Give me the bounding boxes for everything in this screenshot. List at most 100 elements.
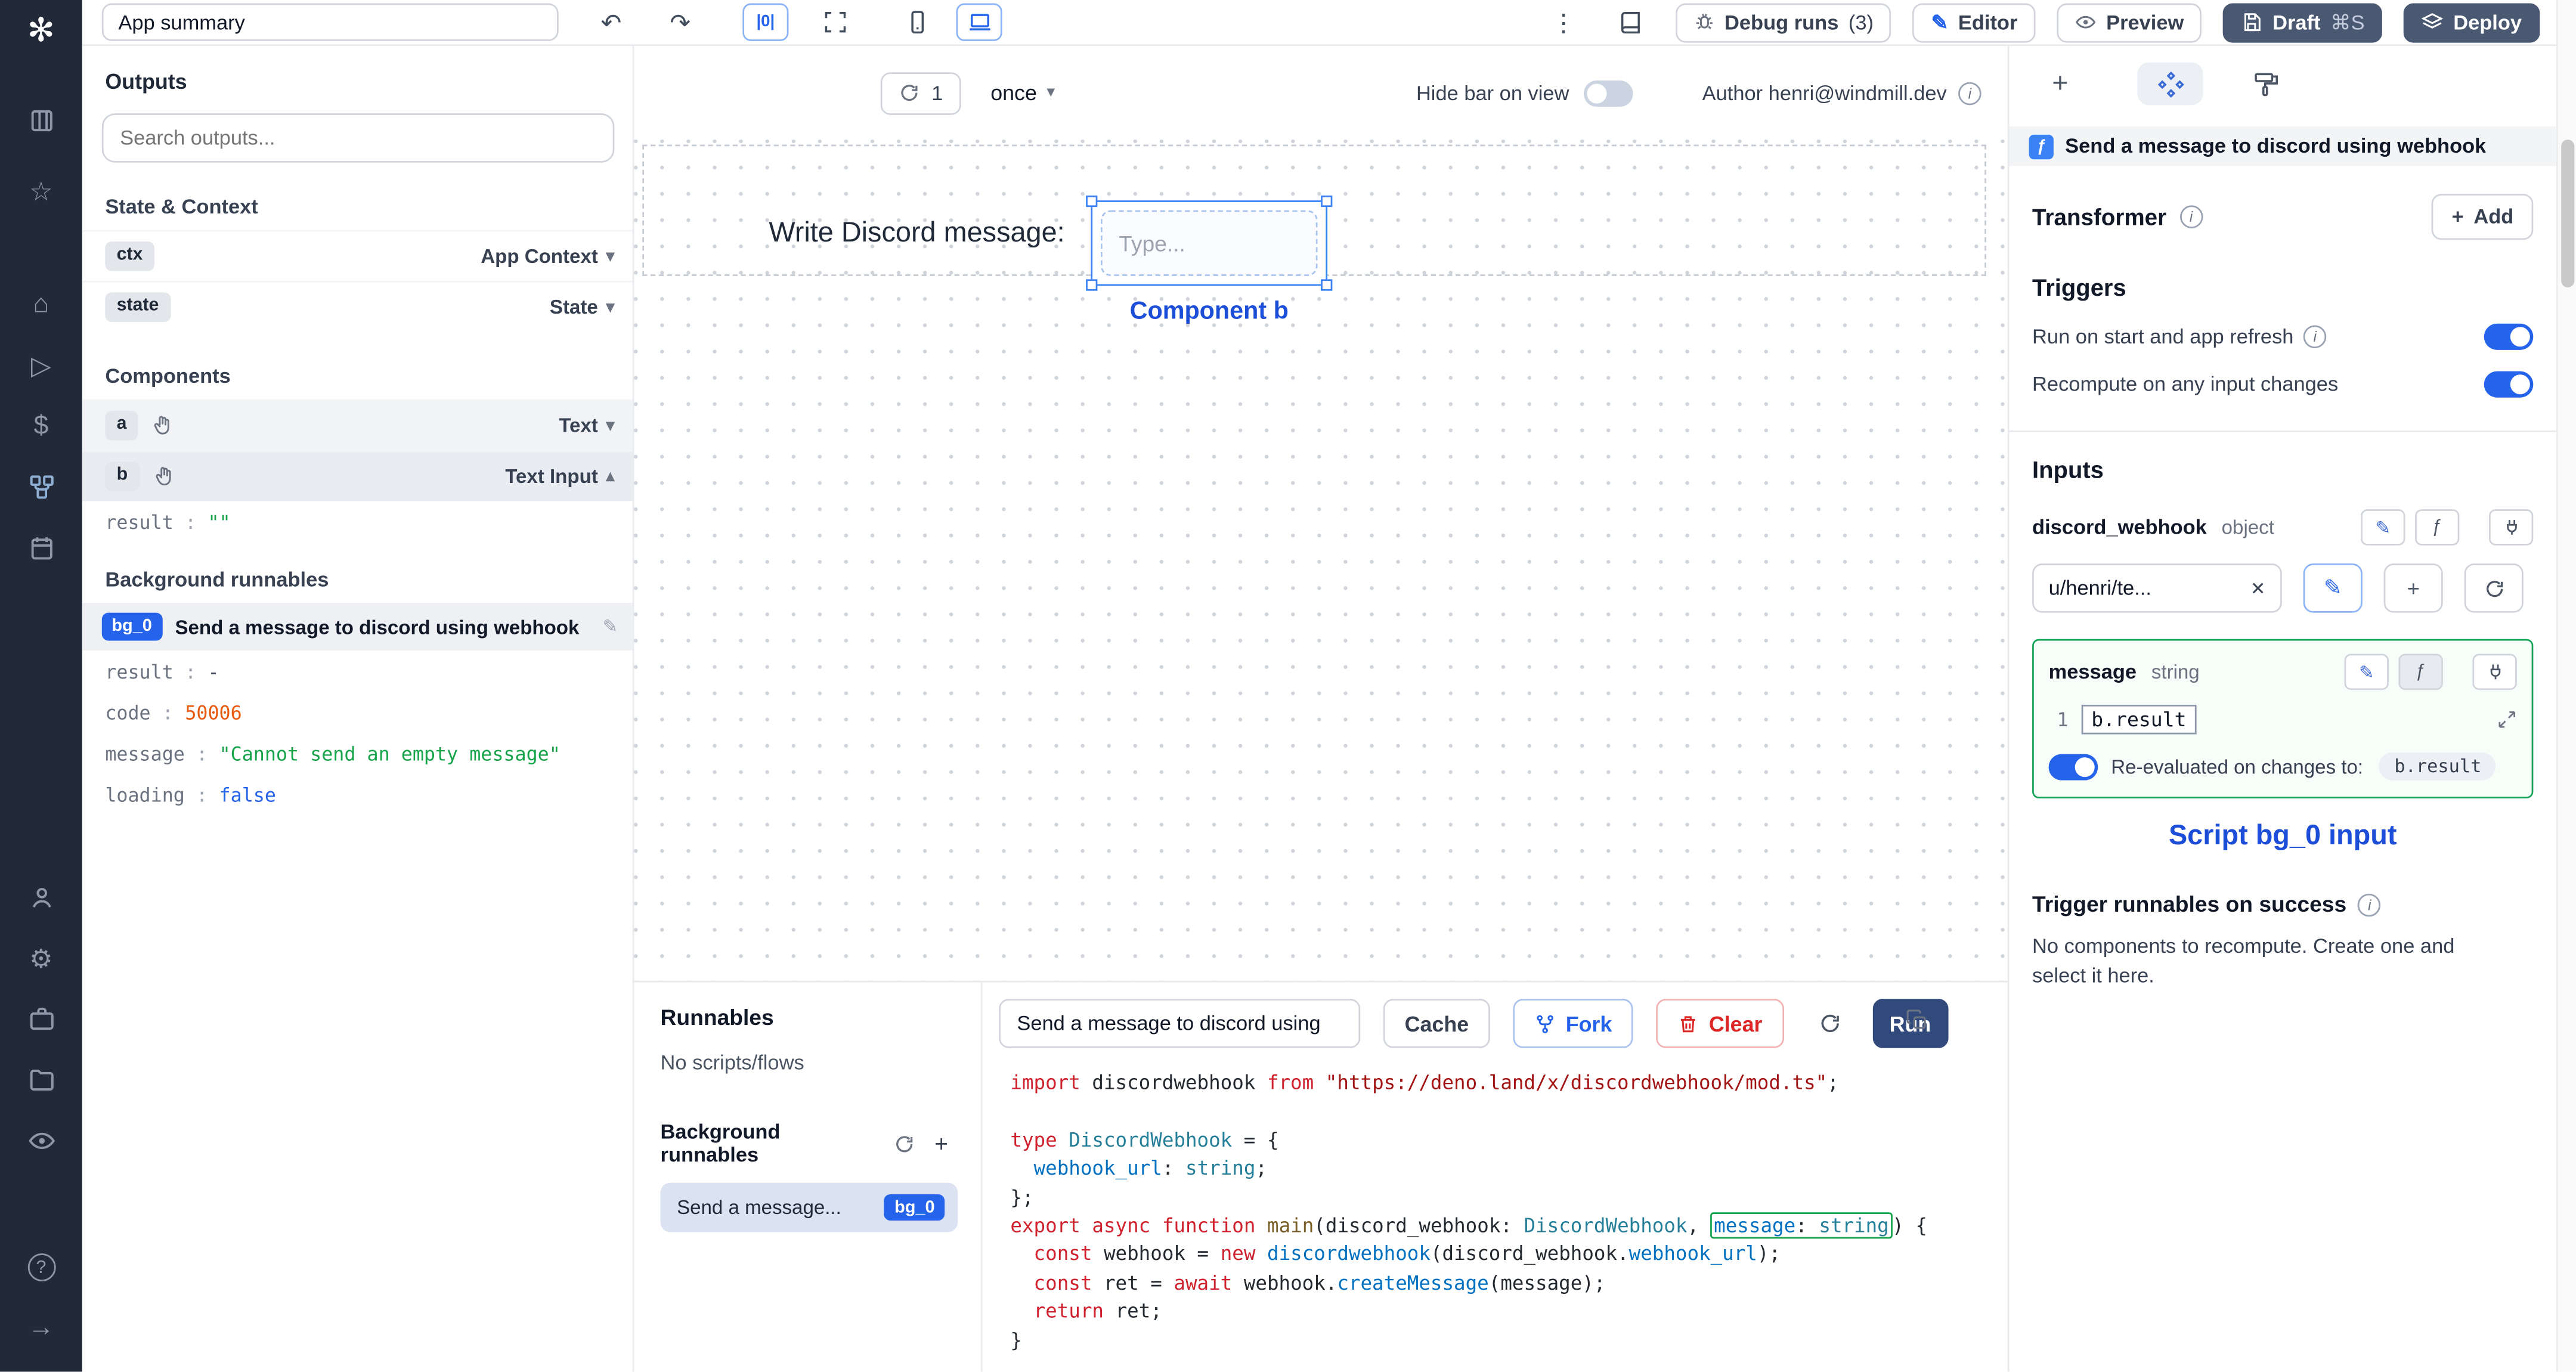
editor-button[interactable]: ✎ Editor xyxy=(1913,2,2036,42)
refresh-resource-button[interactable] xyxy=(2464,563,2524,613)
redo-icon[interactable]: ↷ xyxy=(657,4,703,41)
folders-icon[interactable] xyxy=(0,1050,82,1111)
copy-code-icon[interactable] xyxy=(1906,1009,1929,1032)
add-runnable-button[interactable]: + xyxy=(925,1127,958,1160)
windmill-logo-icon[interactable]: ✻ xyxy=(27,8,55,51)
toggle-knob xyxy=(1587,83,1607,103)
resource-picker[interactable]: u/henri/te... ✕ xyxy=(2032,563,2282,613)
chevron-down-icon[interactable]: ▾ xyxy=(606,247,615,265)
variables-dollar-icon[interactable]: $ xyxy=(0,396,82,457)
connect-plug-icon[interactable] xyxy=(2488,509,2534,546)
home-icon[interactable]: ⌂ xyxy=(0,274,82,335)
debug-runs-label: Debug runs xyxy=(1724,10,1839,34)
resize-handle[interactable] xyxy=(1321,195,1333,207)
fork-button[interactable]: Fork xyxy=(1513,999,1634,1048)
selected-component-b[interactable]: Type... xyxy=(1086,195,1333,291)
kebab-menu-icon[interactable]: ⋮ xyxy=(1540,4,1586,41)
state-row[interactable]: state State ▾ xyxy=(82,281,633,332)
code-editor[interactable]: import discordwebhook from "https://deno… xyxy=(983,1063,2008,1368)
draft-button[interactable]: Draft ⌘S xyxy=(2223,2,2383,42)
runs-play-icon[interactable]: ▷ xyxy=(0,335,82,396)
star-icon[interactable]: ☆ xyxy=(0,161,82,222)
run-on-start-toggle[interactable] xyxy=(2484,323,2534,350)
collapse-sidebar-icon[interactable]: → xyxy=(0,1298,82,1359)
selected-runnable-header: ƒ Send a message to discord using webhoo… xyxy=(2009,126,2556,166)
recompute-toggle[interactable] xyxy=(2484,371,2534,398)
workers-briefcase-icon[interactable] xyxy=(0,989,82,1050)
refresh-icon[interactable] xyxy=(894,1133,915,1154)
schedule-select[interactable]: once ▾ xyxy=(990,80,1055,105)
mobile-view-icon[interactable] xyxy=(894,4,940,41)
toggle-knob xyxy=(2510,327,2530,347)
insert-component-tab-icon[interactable]: + xyxy=(2041,63,2080,106)
resize-handle[interactable] xyxy=(1086,195,1098,207)
runnable-header-title: Send a message to discord using webhook xyxy=(2065,134,2487,158)
component-b-row[interactable]: b Text Input ▴ xyxy=(82,450,633,501)
expression-fx-icon[interactable]: ƒ xyxy=(2414,509,2460,546)
resize-handle[interactable] xyxy=(1086,279,1098,291)
edit-pencil-icon[interactable]: ✎ xyxy=(603,616,618,637)
kanban-icon[interactable] xyxy=(0,91,82,151)
add-transformer-button[interactable]: + Add xyxy=(2432,194,2534,240)
preview-button[interactable]: Preview xyxy=(2057,2,2202,42)
fullscreen-icon[interactable] xyxy=(812,4,857,41)
info-icon[interactable]: i xyxy=(1958,81,1981,104)
ctx-row[interactable]: ctx App Context ▾ xyxy=(82,230,633,281)
runnable-tab[interactable]: Send a message to discord using xyxy=(999,999,1361,1048)
transformer-row: Transformer i + Add xyxy=(2032,194,2534,240)
deploy-button[interactable]: Deploy xyxy=(2404,2,2540,42)
search-outputs-input[interactable] xyxy=(101,113,615,163)
component-a-badge: a xyxy=(105,411,138,440)
debug-runs-button[interactable]: Debug runs (3) xyxy=(1675,2,1892,42)
reevaluate-toggle[interactable] xyxy=(2048,753,2098,780)
draft-shortcut: ⌘S xyxy=(2330,11,2365,35)
expression-value[interactable]: b.result xyxy=(2081,704,2197,735)
audit-eye-icon[interactable] xyxy=(0,1110,82,1171)
expression-editor-row[interactable]: 1 b.result xyxy=(2049,704,2517,735)
expand-editor-icon[interactable] xyxy=(2497,710,2517,729)
info-icon[interactable]: i xyxy=(2358,893,2382,916)
scrollbar-thumb[interactable] xyxy=(2561,140,2575,288)
help-icon[interactable]: ? xyxy=(0,1237,82,1298)
style-paintbrush-tab-icon[interactable] xyxy=(2246,63,2285,106)
connect-plug-icon[interactable] xyxy=(2472,654,2517,690)
app-summary-input[interactable] xyxy=(101,3,559,41)
chevron-up-icon[interactable]: ▴ xyxy=(606,467,615,485)
static-edit-pencil-icon[interactable]: ✎ xyxy=(2344,654,2389,690)
bg0-runnable-item[interactable]: Send a message... bg_0 xyxy=(660,1182,958,1232)
hide-bar-toggle[interactable] xyxy=(1584,79,1633,106)
schedules-calendar-icon[interactable] xyxy=(0,518,82,578)
undo-icon[interactable]: ↶ xyxy=(588,4,634,41)
info-icon[interactable]: i xyxy=(2179,205,2203,228)
clear-x-icon[interactable]: ✕ xyxy=(2250,577,2265,599)
info-icon[interactable]: i xyxy=(2303,325,2327,349)
component-settings-tab-icon[interactable] xyxy=(2137,62,2203,106)
app-canvas[interactable]: Write Discord message: Type... Component… xyxy=(634,140,2008,981)
static-edit-pencil-icon[interactable]: ✎ xyxy=(2361,509,2405,546)
kv-value: "" xyxy=(208,510,231,534)
apps-nodes-icon[interactable] xyxy=(0,457,82,518)
desktop-view-icon[interactable] xyxy=(956,3,1002,41)
page-scrollbar[interactable] xyxy=(2556,0,2576,1372)
text-input-component[interactable]: Type... xyxy=(1100,210,1318,276)
clear-button[interactable]: Clear xyxy=(1656,999,1784,1048)
chevron-down-icon[interactable]: ▾ xyxy=(606,298,615,316)
expression-fx-icon[interactable]: ƒ xyxy=(2398,654,2443,690)
rerun-refresh-icon[interactable] xyxy=(1810,999,1849,1048)
runnables-panel: Runnables No scripts/flows Background ru… xyxy=(634,982,983,1372)
fork-icon xyxy=(1534,1013,1556,1035)
chevron-down-icon[interactable]: ▾ xyxy=(606,416,615,434)
refresh-count-button[interactable]: 1 xyxy=(880,71,961,114)
edit-resource-pencil-button[interactable]: ✎ xyxy=(2303,563,2363,613)
docs-book-icon[interactable] xyxy=(1608,4,1654,41)
text-component-a[interactable]: Write Discord message: xyxy=(769,217,1064,250)
resize-handle[interactable] xyxy=(1321,279,1333,291)
settings-gear-icon[interactable]: ⚙ xyxy=(0,928,82,989)
trigger-run-on-start-row: Run on start and app refresh i xyxy=(2032,323,2534,350)
component-a-row[interactable]: a Text ▾ xyxy=(82,399,633,450)
center-align-icon[interactable]: |0| xyxy=(742,3,789,41)
cache-button[interactable]: Cache xyxy=(1383,999,1490,1048)
users-person-icon[interactable] xyxy=(0,868,82,928)
bg0-runnable-row[interactable]: bg_0 Send a message to discord using web… xyxy=(82,603,633,651)
create-resource-plus-button[interactable]: + xyxy=(2383,563,2443,613)
